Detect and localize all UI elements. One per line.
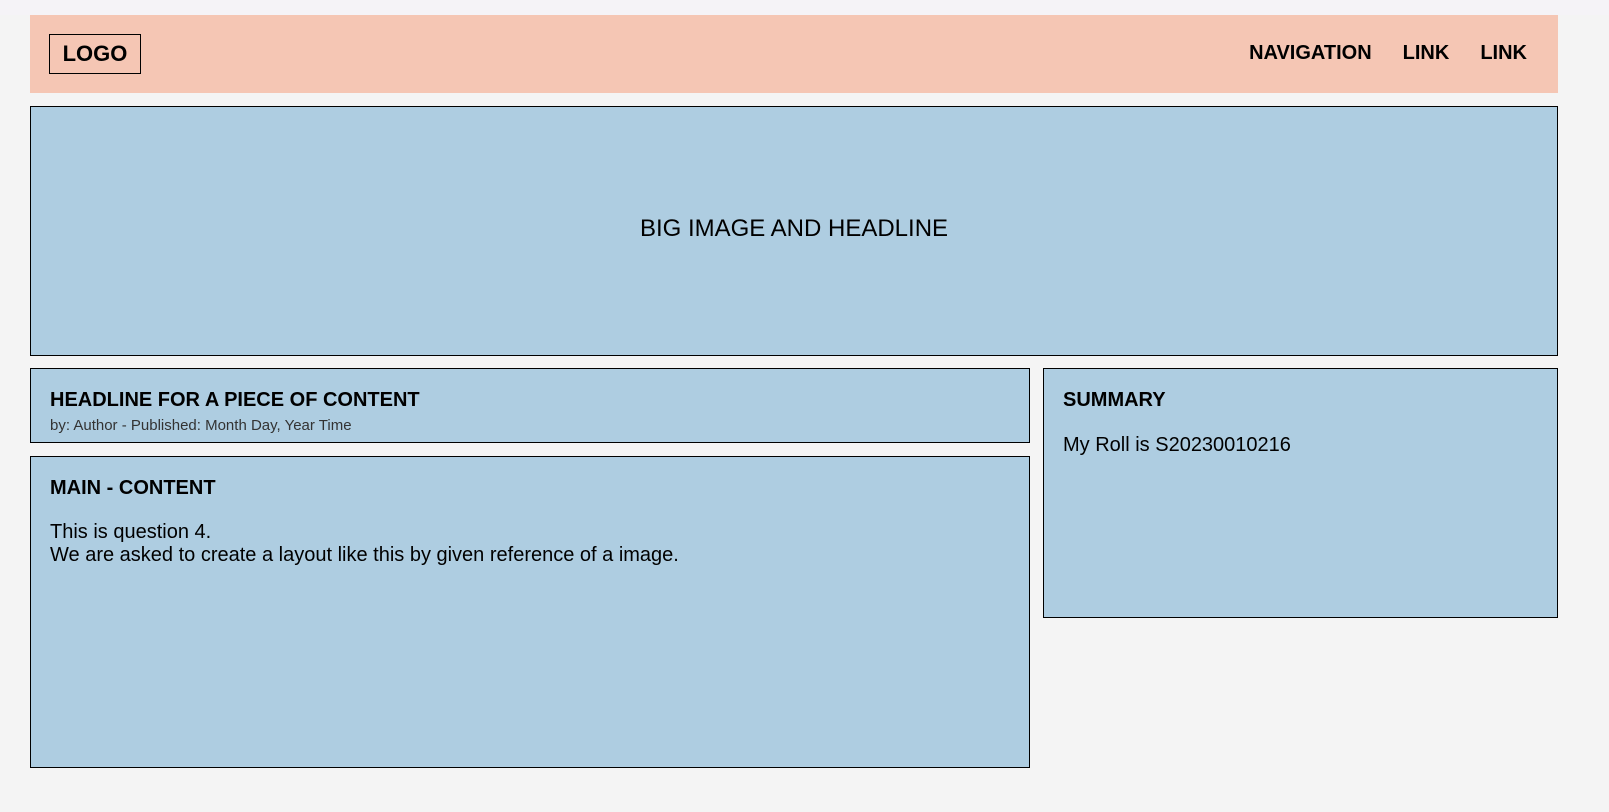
main-content-line: This is question 4. [50,521,212,543]
content-header: HEADLINE FOR A PIECE OF CONTENT by: Auth… [30,368,1030,443]
main-content: MAIN - CONTENT This is question 4. We ar… [30,456,1030,768]
main-content-body: This is question 4. We are asked to crea… [50,521,679,567]
summary-panel: SUMMARY My Roll is S20230010216 [1043,368,1558,618]
byline: by: Author - Published: Month Day, Year … [50,417,352,434]
main-navigation: NAVIGATION LINK LINK [1249,41,1527,65]
logo[interactable]: LOGO [49,34,141,74]
site-header: LOGO NAVIGATION LINK LINK [30,15,1558,93]
top-strip [0,0,1609,15]
hero-headline: BIG IMAGE AND HEADLINE [639,215,949,242]
summary-text: My Roll is S20230010216 [1063,434,1291,456]
nav-item-link-1[interactable]: LINK [1403,41,1450,65]
main-content-title: MAIN - CONTENT [50,477,216,499]
nav-item-link-2[interactable]: LINK [1480,41,1527,65]
nav-item-navigation[interactable]: NAVIGATION [1249,41,1372,65]
content-headline: HEADLINE FOR A PIECE OF CONTENT [50,389,420,411]
hero-banner: BIG IMAGE AND HEADLINE [30,106,1558,356]
main-content-line: We are asked to create a layout like thi… [50,544,679,566]
summary-title: SUMMARY [1063,389,1166,411]
